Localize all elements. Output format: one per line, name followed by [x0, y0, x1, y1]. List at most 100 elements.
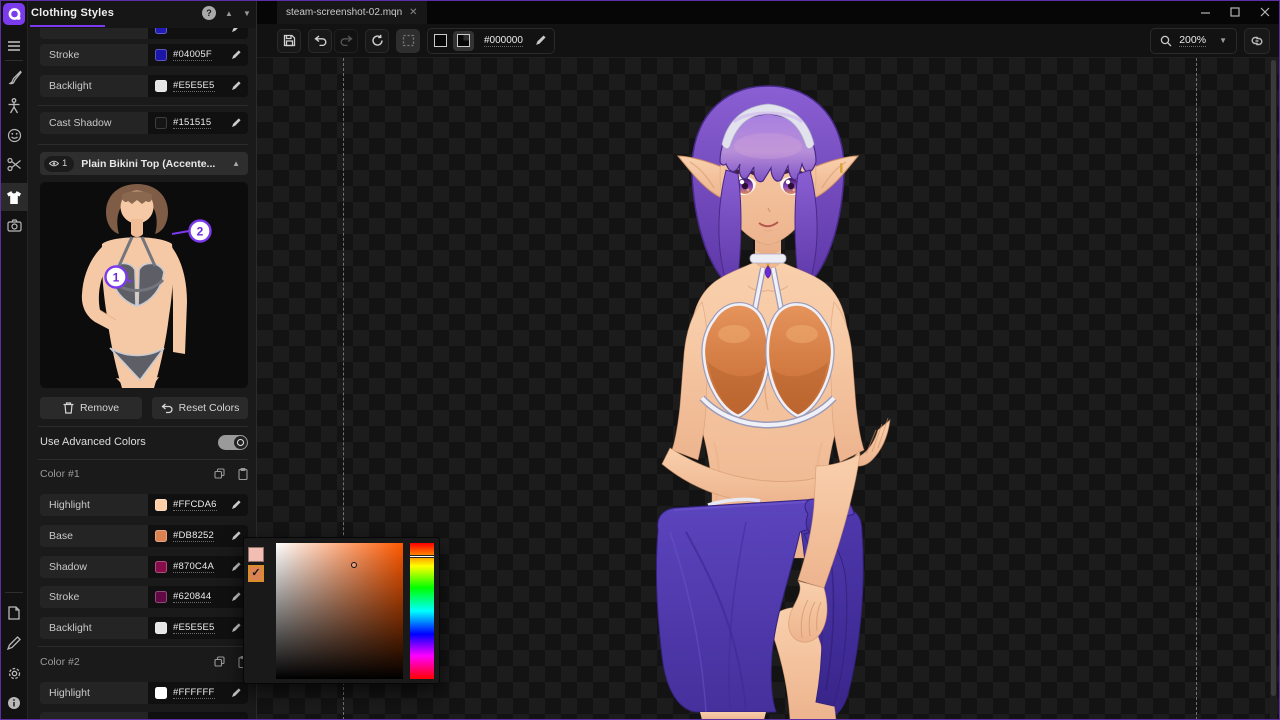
hex-value[interactable]: #04005F [173, 49, 212, 61]
edit-pencil-icon[interactable] [535, 35, 546, 46]
redo-icon [340, 35, 353, 46]
callout-leader [172, 231, 189, 234]
info-icon[interactable] [0, 690, 28, 716]
link-button[interactable] [1244, 28, 1270, 54]
row-label: Base [40, 525, 148, 547]
edit-pencil-icon[interactable] [231, 50, 241, 60]
row-label: Backlight [40, 617, 148, 639]
edit-pencil-icon[interactable] [231, 531, 241, 541]
save-button[interactable] [277, 29, 301, 53]
tab-close-icon[interactable]: ✕ [409, 7, 417, 18]
clothing-item-header[interactable]: 1 Plain Bikini Top (Accente... ▲ [40, 152, 248, 175]
maximize-icon[interactable] [1220, 0, 1250, 24]
edit-pencil-icon[interactable] [231, 592, 241, 602]
color-swatch[interactable] [155, 687, 167, 699]
edit-pencil-icon[interactable] [231, 562, 241, 572]
character-artwork[interactable] [650, 62, 895, 720]
copy-icon[interactable] [214, 656, 225, 667]
clothing-icon[interactable] [0, 183, 28, 211]
collapse-section-icon[interactable]: ▲ [232, 159, 240, 168]
hue-slider-cursor[interactable] [409, 555, 435, 558]
face-icon[interactable] [0, 122, 28, 148]
advanced-colors-label: Use Advanced Colors [40, 436, 146, 448]
scrollbar-thumb[interactable] [1271, 60, 1276, 696]
marquee-select-button[interactable] [396, 29, 420, 53]
bg-hex-value[interactable]: #000000 [484, 35, 523, 47]
panel-header: Clothing Styles ? ▲ ▼ [28, 0, 256, 28]
edit-pencil-icon[interactable] [231, 118, 241, 128]
reset-label: Reset Colors [179, 402, 240, 414]
hex-value[interactable]: #870C4A [173, 561, 214, 573]
advanced-colors-toggle[interactable] [218, 435, 248, 450]
picker-swatch-base-selected[interactable]: ✓ [248, 565, 264, 582]
undo-button[interactable] [308, 29, 332, 53]
color-swatch[interactable] [155, 28, 167, 34]
hex-value[interactable]: #FFCDA6 [173, 499, 217, 511]
brush-icon[interactable] [0, 64, 28, 90]
dropdown-caret-icon[interactable]: ▼ [1219, 36, 1227, 45]
color-row: Backlight #E5E5E5 [40, 617, 248, 639]
color-swatch[interactable] [155, 499, 167, 511]
color-row: Cast Shadow #151515 [40, 112, 248, 134]
bg-solid-swatch[interactable] [430, 31, 451, 51]
picker-swatch-highlight[interactable] [248, 547, 264, 562]
vertical-scrollbar[interactable] [1270, 58, 1277, 720]
help-icon[interactable]: ? [202, 6, 216, 20]
reset-colors-button[interactable]: Reset Colors [152, 397, 248, 419]
edit-pencil-icon[interactable] [231, 688, 241, 698]
color-group-header: Color #2 [40, 654, 248, 670]
edit-pencil-icon[interactable] [231, 500, 241, 510]
collapse-all-icon[interactable]: ▲ [225, 9, 233, 18]
eye-icon [49, 160, 59, 167]
app-logo[interactable] [3, 3, 25, 25]
redo-button[interactable] [334, 29, 358, 53]
group-title: Color #1 [40, 468, 80, 480]
hex-value[interactable]: #E5E5E5 [173, 80, 215, 92]
background-color-group: #000000 [427, 28, 555, 54]
hex-value[interactable]: #151515 [173, 117, 211, 129]
saturation-value-square[interactable] [276, 543, 403, 679]
bg-transparent-swatch[interactable] [453, 31, 474, 51]
color-swatch[interactable] [155, 530, 167, 542]
edit-pencil-icon[interactable] [231, 28, 241, 33]
copy-icon[interactable] [214, 468, 225, 479]
remove-label: Remove [80, 402, 119, 414]
clipboard-icon[interactable] [238, 468, 248, 480]
edit-pencil-icon[interactable] [231, 623, 241, 633]
hex-value[interactable]: #E5E5E5 [173, 622, 215, 634]
camera-icon[interactable] [0, 212, 28, 238]
hex-value[interactable]: #FFFFFF [173, 687, 215, 699]
color-swatch[interactable] [155, 622, 167, 634]
zoom-control[interactable]: 200% ▼ [1150, 28, 1237, 54]
zoom-level[interactable]: 200% [1179, 34, 1206, 47]
saturation-cursor[interactable] [351, 562, 357, 568]
clothing-styles-panel: Clothing Styles ? ▲ ▼ Stroke #04005F Bac [28, 0, 257, 720]
hex-value[interactable]: #DB8252 [173, 530, 214, 542]
rail-divider [5, 60, 23, 61]
minimize-icon[interactable] [1190, 0, 1220, 24]
hex-value[interactable]: #620844 [173, 591, 211, 603]
remove-button[interactable]: Remove [40, 397, 142, 419]
menu-icon[interactable] [0, 33, 28, 59]
scissors-icon[interactable] [0, 151, 28, 177]
edit-pencil-icon[interactable] [231, 81, 241, 91]
undo-arrow-icon [161, 403, 173, 414]
refresh-button[interactable] [365, 29, 389, 53]
color-row-clipped [40, 712, 248, 720]
document-tab[interactable]: steam-screenshot-02.mqn ✕ [277, 0, 427, 24]
color-swatch[interactable] [155, 591, 167, 603]
color-swatch[interactable] [155, 117, 167, 129]
document-icon[interactable] [0, 600, 28, 626]
settings-icon[interactable] [0, 660, 28, 686]
refresh-icon [371, 34, 384, 47]
callout-2-label: 2 [197, 225, 204, 239]
color-row: Highlight #FFCDA6 [40, 494, 248, 516]
pencil-icon[interactable] [0, 630, 28, 656]
close-icon[interactable] [1250, 0, 1280, 24]
expand-all-icon[interactable]: ▼ [243, 9, 251, 18]
color-swatch[interactable] [155, 561, 167, 573]
color-swatch[interactable] [155, 49, 167, 61]
body-icon[interactable] [0, 93, 28, 119]
color-swatch[interactable] [155, 80, 167, 92]
hue-slider[interactable] [410, 543, 434, 679]
